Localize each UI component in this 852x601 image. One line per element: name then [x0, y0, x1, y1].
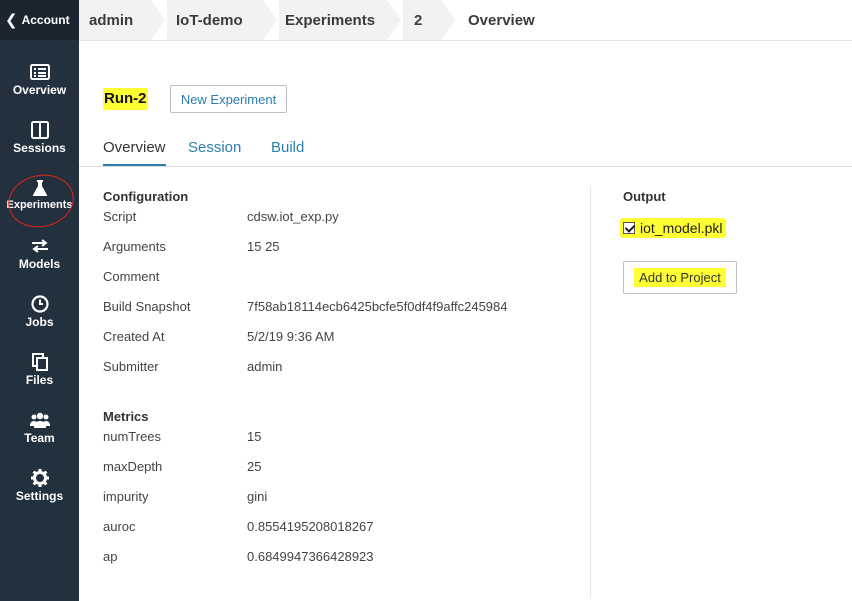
tab-session[interactable]: Session — [188, 139, 241, 166]
file-checkbox[interactable] — [623, 222, 635, 234]
sidebar-item-jobs[interactable]: Jobs — [0, 294, 79, 352]
sidebar-item-models[interactable]: Models — [0, 236, 79, 294]
files-icon — [31, 353, 48, 371]
sidebar-item-sessions[interactable]: Sessions — [0, 120, 79, 178]
gear-icon — [30, 469, 49, 487]
sidebar-item-label: Files — [25, 373, 54, 387]
sidebar-item-label: Models — [18, 257, 61, 271]
config-row-submitter: Submitter admin — [103, 359, 283, 374]
sidebar: ❮ Account Overview Sessions Experiments … — [0, 0, 79, 601]
sidebar-item-label: Jobs — [25, 315, 54, 329]
breadcrumb-item-experiments[interactable]: Experiments — [279, 0, 387, 40]
metric-row-maxdepth: maxDepth 25 — [103, 459, 262, 474]
sidebar-item-files[interactable]: Files — [0, 352, 79, 410]
sidebar-item-settings[interactable]: Settings — [0, 468, 79, 526]
output-file-name: iot_model.pkl — [640, 220, 723, 236]
tab-build[interactable]: Build — [271, 139, 304, 166]
breadcrumb: admin IoT-demo Experiments 2 Overview — [79, 0, 852, 41]
metrics-title: Metrics — [103, 409, 149, 424]
new-experiment-button[interactable]: New Experiment — [170, 85, 287, 113]
sidebar-item-label: Team — [24, 431, 55, 445]
columns-icon — [30, 121, 49, 139]
metric-row-auroc: auroc 0.8554195208018267 — [103, 519, 374, 534]
metric-row-numtrees: numTrees 15 — [103, 429, 262, 444]
add-to-project-button[interactable]: Add to Project — [623, 261, 737, 294]
account-button[interactable]: ❮ Account — [0, 0, 79, 40]
breadcrumb-item-admin[interactable]: admin — [79, 0, 151, 40]
config-row-created-at: Created At 5/2/19 9:36 AM — [103, 329, 335, 344]
breadcrumb-item-current: Overview — [457, 0, 577, 40]
sidebar-item-label: Settings — [15, 489, 64, 503]
config-row-build-snapshot: Build Snapshot 7f58ab18114ecb6425bcfe5f0… — [103, 299, 508, 314]
arrows-icon — [31, 239, 48, 253]
page-title: Run-2 — [103, 88, 148, 110]
sidebar-item-team[interactable]: Team — [0, 410, 79, 468]
account-label: Account — [21, 13, 70, 27]
metric-row-ap: ap 0.6849947366428923 — [103, 549, 374, 564]
metric-row-impurity: impurity gini — [103, 489, 268, 504]
config-row-comment: Comment — [103, 269, 160, 284]
column-divider — [590, 187, 591, 597]
configuration-title: Configuration — [103, 189, 189, 204]
clock-icon — [30, 295, 49, 313]
chevron-left-icon: ❮ — [5, 11, 18, 29]
sidebar-item-label: Overview — [12, 83, 67, 97]
sidebar-item-overview[interactable]: Overview — [0, 62, 79, 120]
output-file-item[interactable]: iot_model.pkl — [620, 218, 726, 238]
sidebar-item-label: Sessions — [13, 141, 66, 155]
config-row-arguments: Arguments 15 25 — [103, 239, 280, 254]
config-row-script: Script cdsw.iot_exp.py — [103, 209, 339, 224]
breadcrumb-item-project[interactable]: IoT-demo — [167, 0, 263, 40]
tab-overview[interactable]: Overview — [103, 139, 166, 166]
breadcrumb-item-run[interactable]: 2 — [403, 0, 441, 40]
list-icon — [29, 64, 50, 80]
tabs-divider — [79, 166, 852, 167]
team-icon — [29, 412, 50, 428]
output-title: Output — [623, 189, 666, 204]
